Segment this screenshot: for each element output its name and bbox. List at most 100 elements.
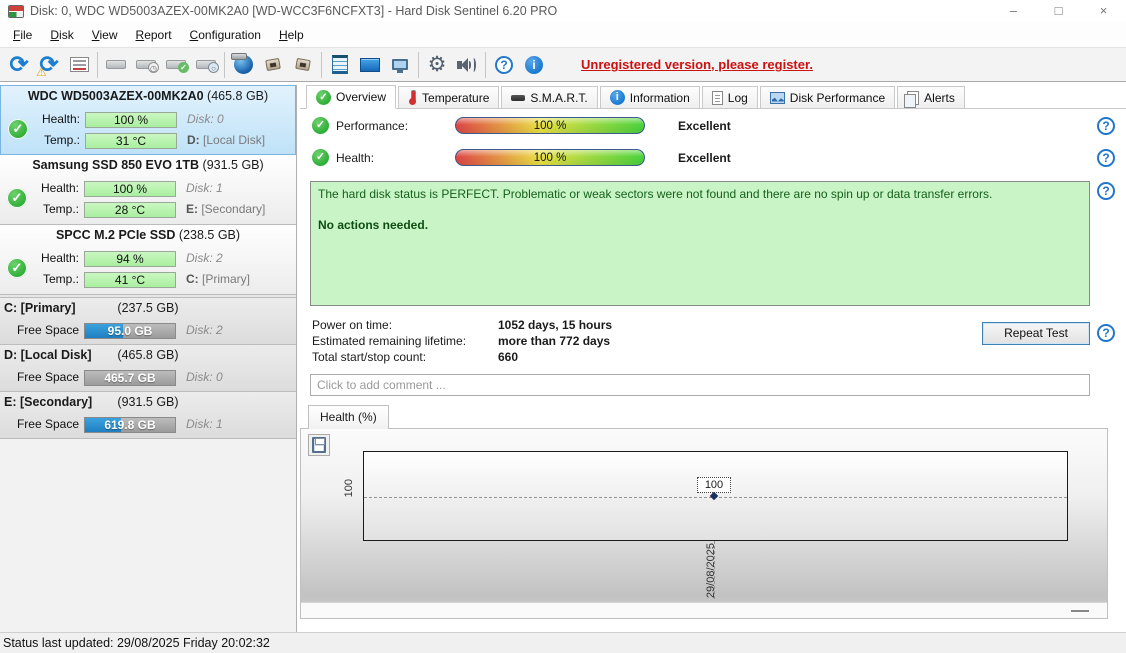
temp-bar: 28 °C	[84, 202, 176, 218]
disk-status-textbox: The hard disk status is PERFECT. Problem…	[310, 181, 1090, 306]
temp-bar: 31 °C	[85, 133, 177, 149]
info-icon[interactable]: i	[519, 50, 549, 80]
disk-number: Disk: 1	[186, 417, 223, 431]
network-disk-icon[interactable]	[228, 50, 258, 80]
check-circle-icon: ✓	[312, 149, 329, 166]
app-logo-icon	[8, 4, 24, 18]
mail-icon[interactable]	[355, 50, 385, 80]
disk-number: Disk: 2	[186, 323, 223, 337]
y-axis-tick-label: 100	[343, 479, 355, 498]
chart-bottom-strip	[301, 602, 1107, 618]
power-on-time-value: 1052 days, 15 hours	[498, 318, 613, 332]
save-chart-button[interactable]	[308, 434, 330, 456]
health-row: ✓ Health: 100 % Excellent ?	[300, 149, 1126, 167]
status-bar: Status last updated: 29/08/2025 Friday 2…	[0, 632, 1126, 653]
disk-check-icon[interactable]: ✓	[161, 50, 191, 80]
free-space-bar: 95.0 GB	[84, 323, 176, 339]
remaining-lifetime-row: Estimated remaining lifetime: more than …	[312, 334, 972, 350]
disk-offline-icon[interactable]	[101, 50, 131, 80]
register-link[interactable]: Unregistered version, please register.	[581, 57, 813, 72]
settings-gear-icon[interactable]: ⚙	[422, 50, 452, 80]
chart-icon	[769, 91, 785, 104]
data-point-label[interactable]: 100	[697, 477, 731, 493]
temp-bar: 41 °C	[84, 272, 176, 288]
start-stop-count-row: Total start/stop count: 660	[312, 350, 972, 366]
thermometer-icon	[408, 90, 417, 105]
menu-view[interactable]: View	[83, 25, 127, 45]
x-axis-tick-label: 29/08/2025	[705, 543, 717, 599]
sound-icon[interactable]	[452, 50, 482, 80]
drive-assignment: C: [Primary]	[186, 272, 251, 286]
status-action-text: No actions needed.	[318, 218, 429, 232]
toolbar: ⟳ ⟳ ⚠ ◷ ✓ ○ ⚙ ? i Unregistered version, p…	[0, 47, 1126, 82]
free-space-bar: 619.8 GB	[84, 417, 176, 433]
help-icon[interactable]: ?	[1097, 117, 1115, 135]
help-icon[interactable]: ?	[1097, 182, 1115, 200]
check-circle-icon: ✓	[316, 89, 331, 105]
connector-2-icon[interactable]	[288, 50, 318, 80]
maximize-button[interactable]: □	[1036, 0, 1081, 22]
disk-clock-icon[interactable]: ◷	[131, 50, 161, 80]
connector-1-icon[interactable]	[258, 50, 288, 80]
health-label: Health:	[41, 112, 80, 126]
title-bar: Disk: 0, WDC WD5003AZEX-00MK2A0 [WD-WCC3…	[0, 0, 1126, 22]
tab-alerts[interactable]: Alerts	[897, 86, 965, 108]
power-on-time-row: Power on time: 1052 days, 15 hours	[312, 318, 972, 334]
disk-title: Samsung SSD 850 EVO 1TB (931.5 GB)	[32, 158, 264, 172]
menu-disk[interactable]: Disk	[41, 25, 82, 45]
menu-file[interactable]: File	[4, 25, 41, 45]
status-text: The hard disk status is PERFECT. Problem…	[318, 187, 993, 201]
main-panel: ✓ Overview Temperature S.M.A.R.T. i Inform…	[300, 85, 1126, 632]
disk-item-samsung[interactable]: Samsung SSD 850 EVO 1TB (931.5 GB) ✓ Hea…	[0, 155, 296, 225]
health-chart-tab[interactable]: Health (%)	[308, 405, 389, 429]
start-stop-count-value: 660	[498, 350, 519, 364]
power-on-time-label: Power on time:	[312, 318, 393, 332]
remaining-lifetime-value: more than 772 days	[498, 334, 611, 348]
menu-configuration[interactable]: Configuration	[181, 25, 270, 45]
resize-handle[interactable]	[1071, 610, 1089, 612]
disk-number: Disk: 1	[186, 181, 223, 195]
report-icon[interactable]	[64, 50, 94, 80]
toolbar-separator	[321, 51, 322, 78]
free-space-bar: 465.7 GB	[84, 370, 176, 386]
close-button[interactable]: ×	[1081, 0, 1126, 22]
comment-input[interactable]	[310, 374, 1090, 396]
free-space-label: Free Space	[16, 323, 79, 337]
tab-information[interactable]: i Information	[599, 86, 700, 108]
tab-smart[interactable]: S.M.A.R.T.	[501, 86, 598, 108]
performance-rating: Excellent	[678, 119, 731, 133]
tab-bar: ✓ Overview Temperature S.M.A.R.T. i Inform…	[300, 85, 1126, 109]
refresh-warning-icon[interactable]: ⟳ ⚠	[34, 50, 64, 80]
temp-label: Temp.:	[43, 133, 80, 147]
tab-disk-performance[interactable]: Disk Performance	[759, 86, 896, 108]
health-gauge: 100 %	[455, 149, 645, 166]
partition-item-e[interactable]: E: [Secondary] (931.5 GB) Free Space 619…	[0, 392, 296, 439]
disk-sidebar: WDC WD5003AZEX-00MK2A0 (465.8 GB) ✓ Heal…	[0, 85, 297, 632]
partition-item-c[interactable]: C: [Primary] (237.5 GB) Free Space 95.0 …	[0, 298, 296, 345]
network-computer-icon[interactable]	[385, 50, 415, 80]
help-icon[interactable]: ?	[489, 50, 519, 80]
performance-row: ✓ Performance: 100 % Excellent ?	[300, 117, 1126, 135]
tab-temperature[interactable]: Temperature	[398, 86, 500, 108]
drive-assignment: E: [Secondary]	[186, 202, 266, 216]
partition-item-d[interactable]: D: [Local Disk] (465.8 GB) Free Space 46…	[0, 345, 296, 392]
tab-log[interactable]: Log	[701, 86, 758, 108]
tab-overview[interactable]: ✓ Overview	[306, 85, 397, 109]
disk-item-spcc[interactable]: SPCC M.2 PCIe SSD (238.5 GB) ✓ Health: 9…	[0, 225, 296, 295]
refresh-icon[interactable]: ⟳	[4, 50, 34, 80]
help-icon[interactable]: ?	[1097, 324, 1115, 342]
minimize-button[interactable]: –	[991, 0, 1036, 22]
health-rating: Excellent	[678, 151, 731, 165]
repeat-test-button[interactable]: Repeat Test	[982, 322, 1090, 345]
menu-help[interactable]: Help	[270, 25, 313, 45]
menu-bar: File Disk View Report Configuration Help	[0, 22, 1126, 47]
disk-number: Disk: 0	[187, 112, 224, 126]
menu-report[interactable]: Report	[127, 25, 181, 45]
start-stop-count-label: Total start/stop count:	[312, 350, 427, 364]
help-icon[interactable]: ?	[1097, 149, 1115, 167]
disk-item-wdc[interactable]: WDC WD5003AZEX-00MK2A0 (465.8 GB) ✓ Heal…	[0, 85, 296, 155]
toolbar-separator	[97, 51, 98, 78]
partition-size: (465.8 GB)	[117, 348, 179, 362]
disk-search-icon[interactable]: ○	[191, 50, 221, 80]
notes-icon[interactable]	[325, 50, 355, 80]
